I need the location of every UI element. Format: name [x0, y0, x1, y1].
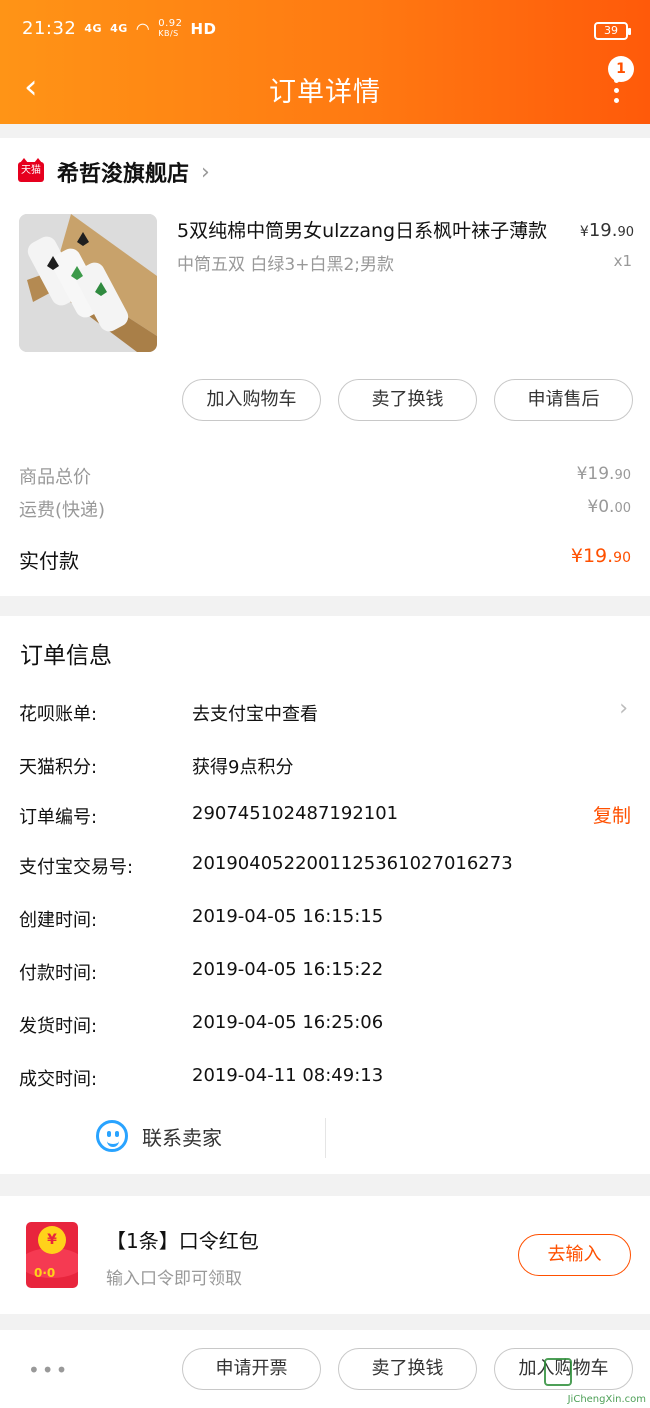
created-time-value: 2019-04-05 16:15:15 [192, 906, 384, 927]
after-sales-button[interactable]: 申请售后 [494, 379, 633, 421]
resell-bottom-button[interactable]: 卖了换钱 [338, 1348, 477, 1390]
page-title: 订单详情 [269, 77, 381, 108]
shop-name: 希哲浚旗舰店 [57, 162, 190, 187]
signal-indicator-2: 4G [110, 22, 128, 35]
divider [325, 1118, 326, 1158]
goods-total-value: ¥19.90 [576, 464, 631, 484]
shop-header[interactable]: 天猫 希哲浚旗舰店 › [18, 156, 210, 188]
chevron-right-icon[interactable]: › [619, 696, 628, 721]
request-invoice-button[interactable]: 申请开票 [182, 1348, 321, 1390]
enter-code-button[interactable]: 去输入 [518, 1234, 631, 1276]
points-value: 获得9点积分 [192, 757, 294, 778]
red-packet-title: 【1条】口令红包 [106, 1229, 259, 1253]
shipping-value: ¥0.00 [587, 497, 631, 517]
wifi-icon: ◠ [135, 19, 151, 38]
contact-seller-label: 联系卖家 [142, 1125, 222, 1150]
signal-indicator-1: 4G [84, 22, 103, 35]
paid-amount-value: ¥19.90 [570, 545, 631, 567]
points-label: 天猫积分: [19, 757, 98, 778]
goods-total-label: 商品总价 [19, 467, 91, 488]
shipped-time-label: 发货时间: [19, 1016, 98, 1037]
product-sku: 中筒五双 白绿3+白黑2;男款 [177, 255, 395, 275]
red-packet-subtitle: 输入口令即可领取 [106, 1269, 242, 1289]
order-info-card [0, 616, 650, 1174]
product-card [0, 138, 650, 596]
alipay-trade-label: 支付宝交易号: [19, 857, 134, 878]
product-name[interactable]: 5双纯棉中筒男女ulzzang日系枫叶袜子薄款 [177, 216, 567, 243]
resell-button[interactable]: 卖了换钱 [338, 379, 477, 421]
alipay-trade-value: 2019040522001125361027016273 [192, 853, 513, 874]
more-actions-icon[interactable]: ••• [28, 1358, 69, 1382]
paid-time-value: 2019-04-05 16:15:22 [192, 959, 384, 980]
huabei-value[interactable]: 去支付宝中查看 [192, 700, 318, 726]
tmall-logo-icon: 天猫 [18, 158, 44, 182]
product-quantity: x1 [613, 252, 632, 270]
network-speed: 0.92 KB/S [158, 17, 183, 38]
created-time-label: 创建时间: [19, 910, 98, 931]
shipped-time-value: 2019-04-05 16:25:06 [192, 1012, 384, 1033]
huabei-label: 花呗账单: [19, 704, 98, 725]
hd-indicator: HD [190, 19, 217, 38]
paid-amount-label: 实付款 [19, 549, 79, 573]
add-to-cart-button[interactable]: 加入购物车 [182, 379, 321, 421]
status-bar: 21:32 4G 4G ◠ 0.92 KB/S HD [22, 18, 217, 39]
order-number-label: 订单编号: [19, 807, 98, 828]
app-header: 21:32 4G 4G ◠ 0.92 KB/S HD 39 ‹ 订单详情 1 [0, 0, 650, 124]
chevron-right-icon: › [201, 159, 210, 185]
message-badge[interactable]: 1 [608, 56, 634, 82]
copy-button[interactable]: 复制 [593, 801, 631, 828]
watermark: JiChengXin.com [530, 1350, 650, 1408]
battery-icon: 39 [594, 22, 631, 40]
order-number-value: 290745102487192101 [192, 803, 399, 824]
completed-time-value: 2019-04-11 08:49:13 [192, 1065, 384, 1086]
shipping-label: 运费(快递) [19, 500, 106, 521]
order-info-title: 订单信息 [20, 643, 112, 669]
status-time: 21:32 [22, 18, 77, 39]
chat-face-icon [96, 1120, 128, 1152]
contact-seller-button[interactable]: 联系卖家 [96, 1120, 222, 1152]
product-thumbnail[interactable] [19, 214, 157, 352]
red-packet-icon: ¥ 0·0 [26, 1222, 78, 1288]
product-price: ¥19.90 [579, 220, 634, 241]
product-image [19, 214, 157, 352]
completed-time-label: 成交时间: [19, 1069, 98, 1090]
watermark-logo-icon [544, 1358, 572, 1386]
paid-time-label: 付款时间: [19, 963, 98, 984]
